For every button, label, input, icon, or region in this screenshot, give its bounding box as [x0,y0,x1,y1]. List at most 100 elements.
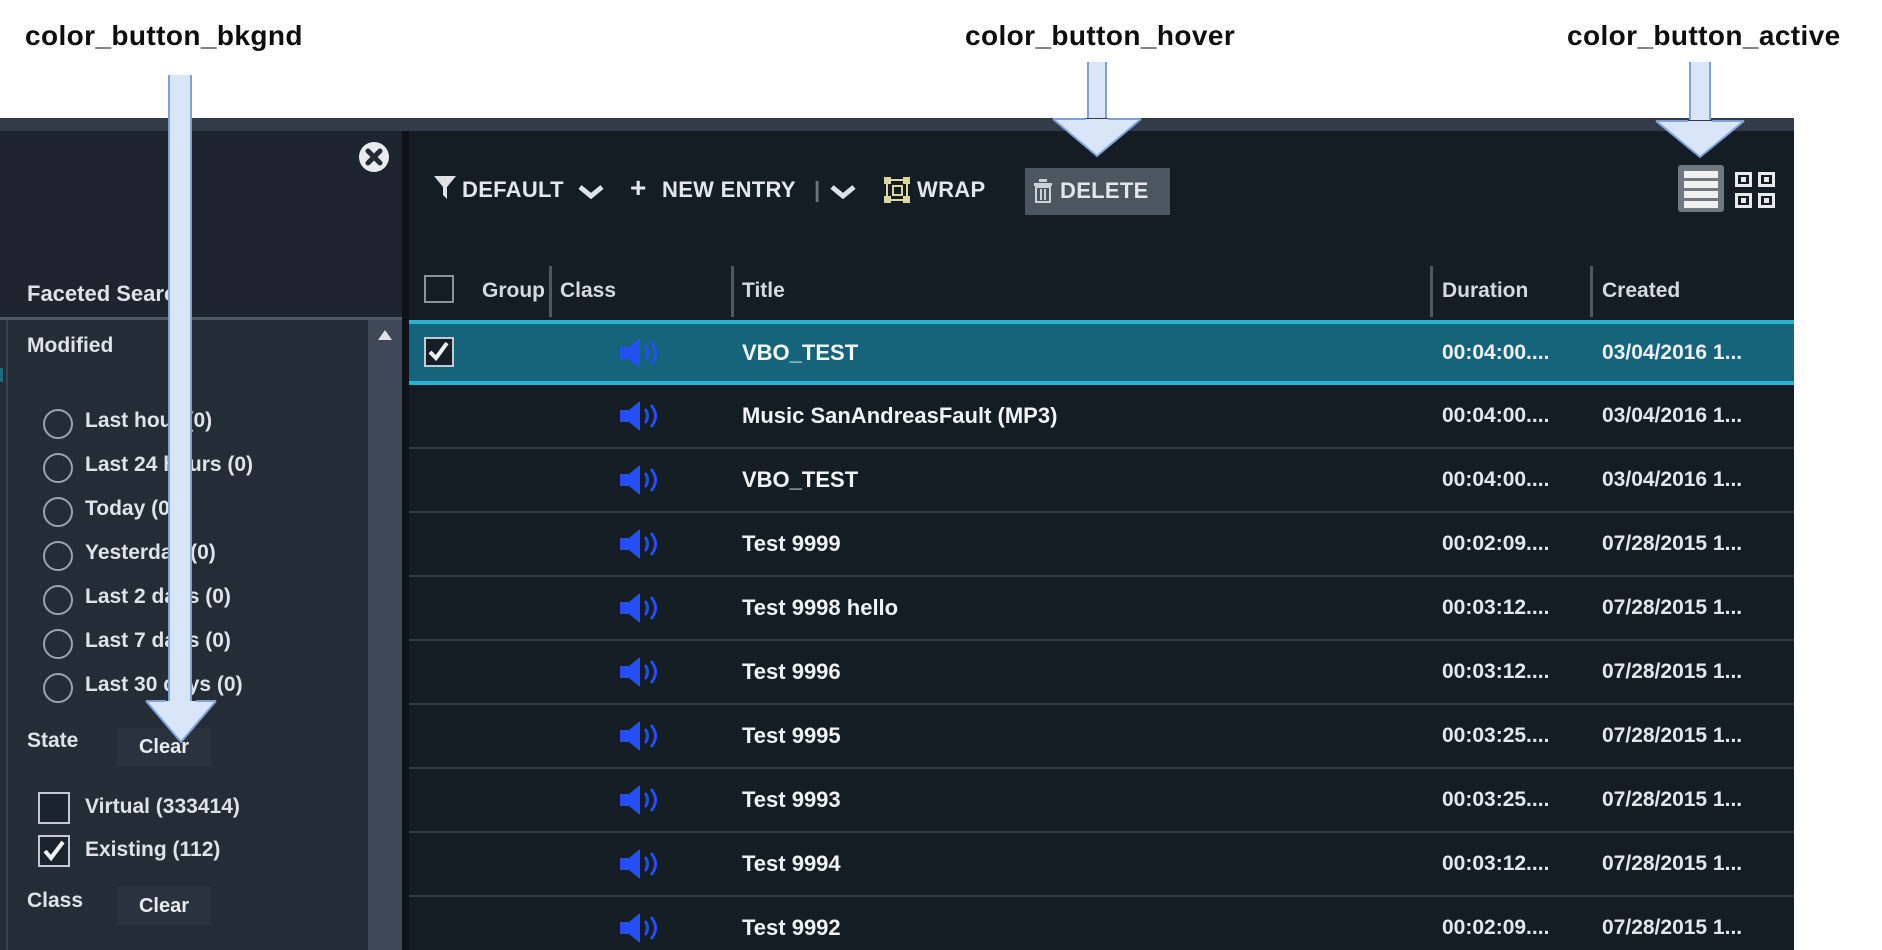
table-row[interactable]: Test 9994 00:03:12.... 07/28/2015 1... [409,833,1794,897]
row-created: 07/28/2015 1... [1602,769,1742,831]
list-view-icon [1684,170,1718,208]
radio-last-7-days[interactable] [43,629,73,659]
close-icon[interactable] [358,141,390,173]
checkbox-virtual[interactable] [38,792,70,824]
sidebar-scrollbar[interactable] [368,320,402,950]
table-row[interactable]: Test 9998 hello 00:03:12.... 07/28/2015 … [409,577,1794,641]
annotation-arrow-bkgnd-shaft [168,75,192,702]
row-duration: 00:02:09.... [1442,897,1549,950]
checkbox-label[interactable]: Existing (112) [85,838,220,862]
annotation-arrow-active-head [1655,120,1745,159]
row-duration: 00:04:00.... [1442,449,1549,511]
sidebar-scroll-indicator [0,368,3,382]
row-title: Music SanAndreasFault (MP3) [742,385,1057,447]
wrap-button[interactable]: WRAP [917,177,985,203]
row-created: 07/28/2015 1... [1602,705,1742,767]
column-divider[interactable] [731,266,734,317]
row-created: 07/28/2015 1... [1602,833,1742,895]
plus-icon: + [630,172,647,204]
column-divider[interactable] [549,266,552,317]
row-created: 07/28/2015 1... [1602,577,1742,639]
select-all-checkbox[interactable] [424,275,454,303]
radio-yesterday[interactable] [43,541,73,571]
column-header-class[interactable]: Class [560,279,616,303]
radio-last-24-hours[interactable] [43,453,73,483]
scroll-up-arrow-icon[interactable] [378,330,392,340]
audio-class-icon [620,721,662,751]
audio-class-icon [620,529,662,559]
row-title: VBO_TEST [742,324,858,381]
audio-class-icon [620,593,662,623]
radio-today[interactable] [43,497,73,527]
row-duration: 00:03:25.... [1442,705,1549,767]
table-row[interactable]: Test 9992 00:02:09.... 07/28/2015 1... [409,897,1794,950]
row-title: Test 9996 [742,641,841,703]
row-title: Test 9994 [742,833,841,895]
radio-last-2-days[interactable] [43,585,73,615]
row-created: 07/28/2015 1... [1602,513,1742,575]
radio-last-hour[interactable] [43,409,73,439]
radio-label[interactable]: Last 2 days (0) [85,585,231,609]
column-header-duration[interactable]: Duration [1442,279,1528,303]
chevron-down-icon[interactable] [578,185,604,199]
row-checkbox-checked[interactable] [424,337,454,367]
list-view-button[interactable] [1678,165,1724,212]
table-row-selected[interactable]: VBO_TEST 00:04:00.... 03/04/2016 1... [409,320,1794,385]
radio-label[interactable]: Last hour (0) [85,409,212,433]
filter-default-button[interactable]: DEFAULT [462,177,564,203]
table-row[interactable]: VBO_TEST 00:04:00.... 03/04/2016 1... [409,449,1794,513]
audio-class-icon [620,785,662,815]
table-row[interactable]: Music SanAndreasFault (MP3) 00:04:00....… [409,385,1794,449]
table-row[interactable]: Test 9999 00:02:09.... 07/28/2015 1... [409,513,1794,577]
table-row[interactable]: Test 9993 00:03:25.... 07/28/2015 1... [409,769,1794,833]
annotation-color-button-hover: color_button_hover [965,20,1235,52]
row-title: VBO_TEST [742,449,858,511]
checkbox-existing[interactable] [38,835,70,867]
trash-icon [1033,179,1053,203]
chevron-down-icon[interactable] [830,185,856,199]
state-heading: State [27,729,78,753]
radio-last-30-days[interactable] [43,673,73,703]
column-header-title[interactable]: Title [742,279,785,303]
audio-class-icon [620,465,662,495]
grid-view-icon[interactable] [1735,172,1775,208]
faceted-search-title: Faceted Search [27,281,190,307]
radio-label[interactable]: Today (0) [85,497,177,521]
row-title: Test 9999 [742,513,841,575]
toolbar-separator: | [814,177,820,203]
annotation-arrow-active-shaft [1689,62,1711,120]
row-title: Test 9998 hello [742,577,898,639]
annotation-arrow-hover-head [1052,118,1142,158]
audio-class-icon [620,849,662,879]
column-divider[interactable] [1590,266,1593,317]
row-created: 07/28/2015 1... [1602,641,1742,703]
row-duration: 00:03:12.... [1442,577,1549,639]
row-title: Test 9993 [742,769,841,831]
column-divider[interactable] [1430,266,1433,317]
annotation-color-button-active: color_button_active [1567,20,1841,52]
radio-label[interactable]: Last 7 days (0) [85,629,231,653]
new-entry-button[interactable]: NEW ENTRY [662,177,796,203]
radio-label[interactable]: Yesterday (0) [85,541,216,565]
audio-class-icon [620,338,662,368]
row-duration: 00:04:00.... [1442,385,1549,447]
audio-class-icon [620,657,662,687]
sidebar-accent-line [6,320,8,950]
row-duration: 00:02:09.... [1442,513,1549,575]
delete-button[interactable]: DELETE [1025,168,1170,215]
modified-heading: Modified [27,334,113,358]
column-header-created[interactable]: Created [1602,279,1680,303]
check-icon [40,837,68,865]
column-header-group[interactable]: Group [482,279,548,303]
radio-label[interactable]: Last 30 days (0) [85,673,243,697]
row-created: 03/04/2016 1... [1602,324,1742,381]
panel-top-strip [0,118,1794,131]
screenshot-stage: color_button_bkgnd color_button_hover co… [0,0,1882,950]
class-clear-button[interactable]: Clear [117,887,211,925]
row-title: Test 9992 [742,897,841,950]
table-row[interactable]: Test 9996 00:03:12.... 07/28/2015 1... [409,641,1794,705]
row-created: 03/04/2016 1... [1602,449,1742,511]
checkbox-label[interactable]: Virtual (333414) [85,795,240,819]
table-row[interactable]: Test 9995 00:03:25.... 07/28/2015 1... [409,705,1794,769]
annotation-arrow-hover-shaft [1087,62,1107,118]
